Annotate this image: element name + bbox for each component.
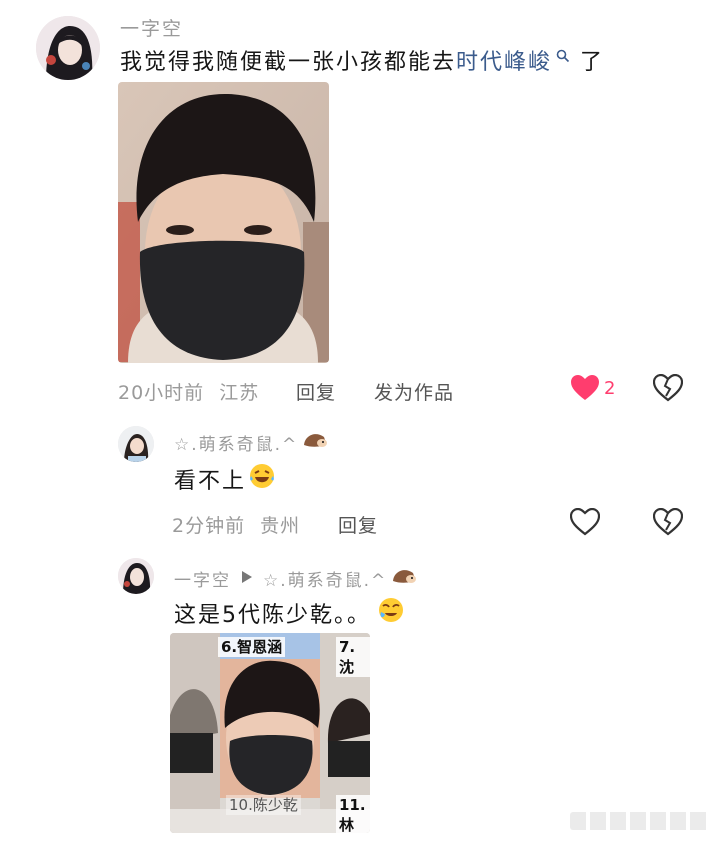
comment-text-main: 看不上 [174,469,247,494]
comment-text: 看不上 [174,462,276,496]
reply-button[interactable]: 回复 [338,511,378,538]
comment-text: 这是5代陈少乾。。 [174,596,405,630]
topic-link[interactable]: 时代峰峻 [456,50,552,75]
reply-target-username[interactable]: ☆.萌系奇鼠.^ [263,566,387,591]
dislike-button[interactable] [652,373,684,406]
avatar-image [118,558,154,594]
avatar-image [118,426,154,462]
like-button[interactable] [569,507,601,540]
username-text: ☆.萌系奇鼠.^ [174,435,299,455]
comment-username[interactable]: ☆.萌系奇鼠.^ [174,430,328,455]
comment-username: 一字空 ☆.萌系奇鼠.^ [174,566,417,591]
comment-time: 20小时前 [118,382,205,404]
comment-meta: 20小时前 江苏 [118,378,259,405]
grid-label: 11.林 [336,795,370,833]
like-button[interactable]: 2 [570,374,615,402]
boy-masked-photo [118,82,329,363]
reply-arrow-icon [241,569,253,589]
hedgehog-emoji-icon [302,431,328,454]
comment-image[interactable] [118,82,329,363]
avatar[interactable] [118,426,154,462]
comment-text: 我觉得我随便截一张小孩都能去时代峰峻 了 [120,44,604,76]
avatar[interactable] [118,558,154,594]
comment-text-main: 这是5代陈少乾。。 [174,603,371,628]
comment-image[interactable]: 6.智恩涵 7.沈 10.陈少乾 11.林 [170,633,370,833]
grid-label: 7.沈 [336,637,370,677]
watermark [570,812,710,830]
crying-laughing-emoji-icon [377,596,405,630]
comment-text-main: 我觉得我随便截一张小孩都能去 [120,50,457,75]
comment-username[interactable]: 一字空 [120,14,183,41]
avatar-image [36,16,100,80]
heart-outline-icon [569,507,601,536]
hedgehog-emoji-icon [391,567,417,590]
comment-time: 2分钟前 [172,515,246,537]
comment-meta: 2分钟前 贵州 [172,511,300,538]
comment-location: 贵州 [260,515,301,537]
broken-heart-icon [652,507,684,536]
avatar[interactable] [36,16,100,80]
broken-heart-icon [652,373,684,402]
search-icon[interactable] [556,44,570,69]
publish-as-work-button[interactable]: 发为作品 [374,378,454,405]
laughing-emoji-icon [248,462,276,496]
comment-text-suffix: 了 [580,50,605,75]
like-count: 2 [604,377,616,399]
grid-label: 10.陈少乾 [226,795,301,815]
username-text[interactable]: 一字空 [174,566,231,591]
dislike-button[interactable] [652,507,684,540]
grid-label: 6.智恩涵 [218,637,286,657]
reply-button[interactable]: 回复 [296,378,336,405]
heart-filled-icon [571,375,599,400]
comment-location: 江苏 [219,382,260,404]
